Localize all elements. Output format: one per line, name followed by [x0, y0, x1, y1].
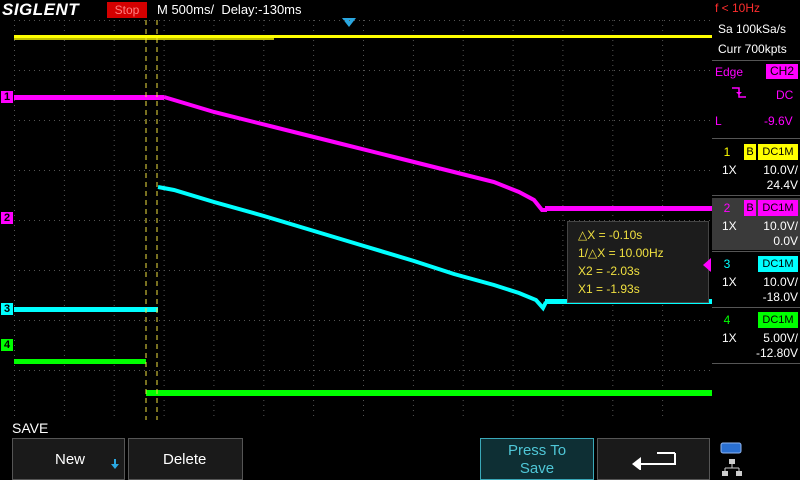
ch3-level-marker[interactable]: 3 — [1, 303, 13, 315]
press-to-label: Press To — [507, 442, 567, 459]
bandwidth-limit-badge: B — [744, 200, 756, 216]
channel-4-panel[interactable]: 4 DC1M 1X 5.00V/-12.80V — [712, 310, 800, 362]
ch1-trace — [14, 35, 712, 40]
channel-offset: -12.80V — [755, 346, 798, 360]
return-arrow-icon — [632, 452, 676, 470]
channel-offset: 24.4V — [766, 178, 798, 192]
waveform-display[interactable] — [14, 20, 712, 420]
trigger-level-pointer-icon — [703, 258, 711, 272]
trigger-level: -9.6V — [764, 114, 793, 128]
return-button[interactable] — [597, 438, 710, 480]
cursor-inverse-delta-x: 1/△X = 10.00Hz — [578, 246, 664, 260]
channel-number: 4 — [723, 313, 731, 327]
menu-title: SAVE — [12, 420, 49, 436]
coupling-badge: DC1M — [758, 144, 798, 160]
cursor-x2: X2 = -2.03s — [578, 264, 640, 278]
cursor-readout-panel: △X = -0.10s 1/△X = 10.00Hz X2 = -2.03s X… — [567, 221, 709, 303]
coupling-badge: DC1M — [758, 200, 798, 216]
cursor-delta-x: △X = -0.10s — [578, 228, 643, 242]
trigger-coupling: DC — [776, 88, 794, 102]
ch2-level-marker[interactable]: 2 — [1, 212, 13, 224]
trigger-source[interactable]: CH2 — [766, 64, 798, 79]
volts-per-div: 10.0V/ — [763, 219, 798, 233]
channel-number: 1 — [723, 145, 731, 159]
channel-offset: -18.0V — [762, 290, 798, 304]
delay-value: Delay:-130ms — [221, 2, 302, 17]
new-label: New — [55, 451, 86, 468]
channel-number: 3 — [723, 257, 731, 271]
channel-3-panel[interactable]: 3 DC1M 1X 10.0V/-18.0V — [712, 254, 800, 306]
save-label: Save — [519, 460, 555, 477]
trigger-edge-icon — [732, 87, 746, 98]
ch4-trace — [14, 359, 712, 396]
ch4-level-marker[interactable]: 4 — [1, 339, 13, 351]
down-arrow-icon — [111, 459, 119, 469]
trigger-frequency: f < 10Hz — [715, 1, 761, 15]
coupling-badge: DC1M — [758, 312, 798, 328]
volts-per-div: 10.0V/ — [763, 275, 798, 289]
memory-depth: Curr 700kpts — [718, 42, 787, 56]
brand-logo: SIGLENT — [2, 0, 80, 19]
panel-divider — [712, 307, 800, 308]
panel-divider — [712, 251, 800, 252]
usb-icon — [720, 442, 742, 454]
cursor-x1: X1 = -1.93s — [578, 282, 640, 296]
delete-label: Delete — [163, 451, 207, 468]
volts-per-div: 5.00V/ — [763, 331, 798, 345]
press-to-save-button[interactable]: Press To Save — [480, 438, 594, 480]
probe-ratio: 1X — [722, 163, 737, 177]
probe-ratio: 1X — [722, 331, 737, 345]
channel-2-panel[interactable]: 2 B DC1M 1X 10.0V/0.0V — [712, 198, 800, 250]
run-status-badge[interactable]: Stop — [107, 2, 147, 18]
ch1-level-marker[interactable]: 1 — [1, 91, 13, 103]
coupling-badge: DC1M — [758, 256, 798, 272]
panel-divider — [712, 138, 800, 139]
volts-per-div: 10.0V/ — [763, 163, 798, 177]
sample-rate: Sa 100kSa/s — [718, 22, 787, 36]
trigger-level-label: L — [715, 114, 722, 128]
network-icon — [722, 459, 742, 476]
panel-divider — [712, 363, 800, 364]
bandwidth-limit-badge: B — [744, 144, 756, 160]
panel-divider — [712, 60, 800, 61]
probe-ratio: 1X — [722, 275, 737, 289]
channel-1-panel[interactable]: 1 B DC1M 1X 10.0V/24.4V — [712, 142, 800, 194]
channel-number: 2 — [723, 201, 731, 215]
new-button[interactable]: New — [12, 438, 125, 480]
delete-button[interactable]: Delete — [128, 438, 243, 480]
panel-divider — [712, 195, 800, 196]
probe-ratio: 1X — [722, 219, 737, 233]
trigger-type[interactable]: Edge — [715, 65, 743, 79]
timebase-readout[interactable]: M 500ms/ Delay:-130ms — [157, 2, 302, 17]
channel-offset: 0.0V — [773, 234, 798, 248]
ch2-trace — [14, 95, 712, 212]
timebase-value: M 500ms/ — [157, 2, 215, 17]
